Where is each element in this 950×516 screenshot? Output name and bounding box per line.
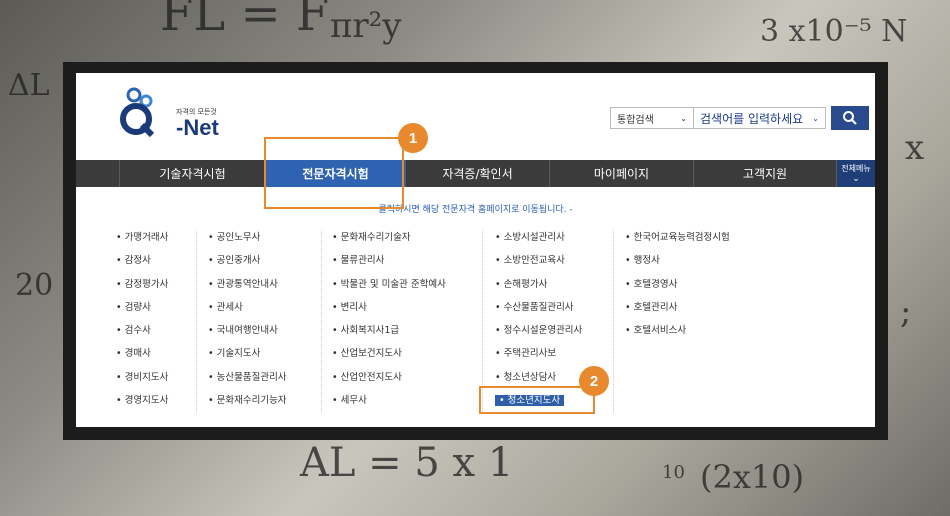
search-placeholder: 검색어를 입력하세요 <box>700 111 804 126</box>
list-item[interactable]: • 수산물품질관리사 <box>495 300 582 323</box>
list-item[interactable]: • 소방시설관리사 <box>495 230 582 253</box>
list-item[interactable]: • 검수사 <box>116 323 168 346</box>
qnet-logo[interactable]: 자격의 모든것 -Net <box>116 87 226 140</box>
list-item[interactable]: • 호텔경영사 <box>625 277 730 300</box>
list-item[interactable]: • 소방안전교육사 <box>495 253 582 276</box>
list-item[interactable]: • 가맹거래사 <box>116 230 168 253</box>
bg-formula-frac: πr²y <box>330 6 402 46</box>
list-item[interactable]: • 검량사 <box>116 300 168 323</box>
qnet-page: 자격의 모든것 -Net 통합검색 ⌄ 검색어를 입력하세요 ⌄ 기술자격시험 … <box>76 73 875 427</box>
nav-item-support[interactable]: 고객지원 <box>694 160 837 187</box>
bg-bottom-1: AL = 5 x 1 <box>300 440 514 486</box>
list-item[interactable]: • 행정사 <box>625 253 730 276</box>
list-item[interactable]: • 관광통역안내사 <box>208 277 287 300</box>
highlight-professional-exam <box>264 137 404 209</box>
list-item[interactable]: • 박물관 및 미술관 준학예사 <box>332 277 446 300</box>
list-item[interactable]: • 주택관리사보 <box>495 346 582 369</box>
list-item[interactable]: • 호텔관리사 <box>625 300 730 323</box>
callout-badge-2: 2 <box>579 366 609 396</box>
list-item[interactable]: • 문화재수리기술자 <box>332 230 446 253</box>
qualification-column-5: • 한국어교육능력검정시험 • 행정사 • 호텔경영사 • 호텔관리사 • 호텔… <box>625 230 730 346</box>
bg-left-1: ΔL <box>8 68 50 103</box>
nav-item-technical-exam[interactable]: 기술자격시험 <box>120 160 266 187</box>
list-item[interactable]: • 사회복지사1급 <box>332 323 446 346</box>
list-item[interactable]: • 변리사 <box>332 300 446 323</box>
search-category-label: 통합검색 <box>617 114 654 126</box>
search-category-select[interactable]: 통합검색 ⌄ <box>610 107 694 129</box>
list-item[interactable]: • 관세사 <box>208 300 287 323</box>
list-item[interactable]: • 국내여행안내사 <box>208 323 287 346</box>
list-item[interactable]: • 문화재수리기능자 <box>208 393 287 416</box>
list-item[interactable]: • 물류관리사 <box>332 253 446 276</box>
list-item[interactable]: • 감정평가사 <box>116 277 168 300</box>
search-icon <box>843 111 857 125</box>
chevron-down-icon: ⌄ <box>812 113 819 123</box>
nav-item-mypage[interactable]: 마이페이지 <box>550 160 694 187</box>
notice-text: 클릭하시면 해당 전문자격 홈페이지로 이동됩니다. - <box>378 205 573 215</box>
list-item[interactable]: • 감정사 <box>116 253 168 276</box>
column-divider <box>321 230 322 413</box>
logo-q-icon <box>120 87 155 137</box>
column-divider <box>196 230 197 413</box>
bg-left-2: 20 <box>15 268 54 303</box>
list-item[interactable]: • 공인중개사 <box>208 253 287 276</box>
bg-right-semicolon: ; <box>900 292 912 332</box>
list-item[interactable]: • 세무사 <box>332 393 446 416</box>
bg-bottom-exp: 10 <box>662 462 685 483</box>
nav-item-certificate[interactable]: 자격증/확인서 <box>406 160 550 187</box>
chevron-down-icon: ⌄ <box>680 113 687 123</box>
list-item[interactable]: • 공인노무사 <box>208 230 287 253</box>
list-item[interactable]: • 농산물품질관리사 <box>208 370 287 393</box>
list-item[interactable]: • 호텔서비스사 <box>625 323 730 346</box>
list-item[interactable]: • 기술지도사 <box>208 346 287 369</box>
bg-bottom-2: (2x10) <box>700 458 805 496</box>
list-item[interactable]: • 산업보건지도사 <box>332 346 446 369</box>
bg-formula-right: 3 x10⁻⁵ N <box>760 14 908 49</box>
bg-formula-top: FL = F <box>160 0 330 42</box>
list-item[interactable]: • 경비지도사 <box>116 370 168 393</box>
list-item[interactable]: • 경영지도사 <box>116 393 168 416</box>
qualification-column-1: • 가맹거래사 • 감정사 • 감정평가사 • 검량사 • 검수사 • 경매사 … <box>116 230 168 416</box>
search-input[interactable]: 검색어를 입력하세요 ⌄ <box>694 107 826 129</box>
search-button[interactable] <box>831 106 869 130</box>
highlight-youth-instructor <box>479 386 595 414</box>
qualification-column-2: • 공인노무사 • 공인중개사 • 관광통역안내사 • 관세사 • 국내여행안내… <box>208 230 287 416</box>
logo-name: -Net <box>176 115 219 140</box>
main-nav: 기술자격시험 전문자격시험 자격증/확인서 마이페이지 고객지원 전체메뉴 ⌄ <box>76 160 875 187</box>
list-item[interactable]: • 손해평가사 <box>495 277 582 300</box>
list-item[interactable]: • 정수시설운영관리사 <box>495 323 582 346</box>
list-item[interactable]: • 경매사 <box>116 346 168 369</box>
column-divider <box>613 230 614 413</box>
chevron-down-icon: ⌄ <box>852 173 860 184</box>
all-menu-label: 전체메뉴 <box>841 163 871 173</box>
bg-right-x: x <box>905 128 925 168</box>
all-menu-button[interactable]: 전체메뉴 ⌄ <box>837 160 875 187</box>
search-bar: 통합검색 ⌄ 검색어를 입력하세요 ⌄ <box>610 106 869 130</box>
callout-badge-1: 1 <box>398 123 428 153</box>
list-item[interactable]: • 산업안전지도사 <box>332 370 446 393</box>
list-item[interactable]: • 한국어교육능력검정시험 <box>625 230 730 253</box>
nav-spacer <box>76 160 120 187</box>
qualification-column-3: • 문화재수리기술자 • 물류관리사 • 박물관 및 미술관 준학예사 • 변리… <box>332 230 446 416</box>
